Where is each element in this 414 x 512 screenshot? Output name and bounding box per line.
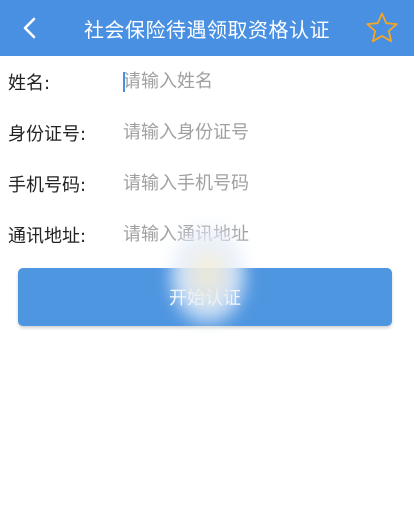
name-label: 姓名: [8, 72, 51, 94]
back-button[interactable] [10, 0, 50, 56]
submit-container: 开始认证 [0, 268, 414, 326]
address-row: 通讯地址: [0, 209, 414, 260]
id-number-label: 身份证号: [8, 123, 87, 145]
address-input[interactable] [123, 224, 404, 245]
start-certification-button[interactable]: 开始认证 [18, 268, 392, 326]
name-input[interactable] [123, 71, 404, 92]
star-outline-icon [366, 12, 398, 43]
favorite-button[interactable] [364, 10, 400, 46]
phone-row: 手机号码: [0, 158, 414, 209]
app-header: 社会保险待遇领取资格认证 [0, 0, 414, 56]
name-row: 姓名: [0, 56, 414, 107]
address-label: 通讯地址: [8, 225, 87, 247]
phone-input[interactable] [123, 173, 404, 194]
page-title: 社会保险待遇领取资格认证 [84, 17, 330, 42]
id-number-input[interactable] [123, 122, 404, 143]
text-cursor [123, 72, 125, 92]
certification-form: 姓名: 身份证号: 手机号码: 通讯地址: [0, 56, 414, 260]
chevron-left-icon [23, 17, 36, 39]
id-number-row: 身份证号: [0, 107, 414, 158]
phone-label: 手机号码: [8, 174, 87, 196]
